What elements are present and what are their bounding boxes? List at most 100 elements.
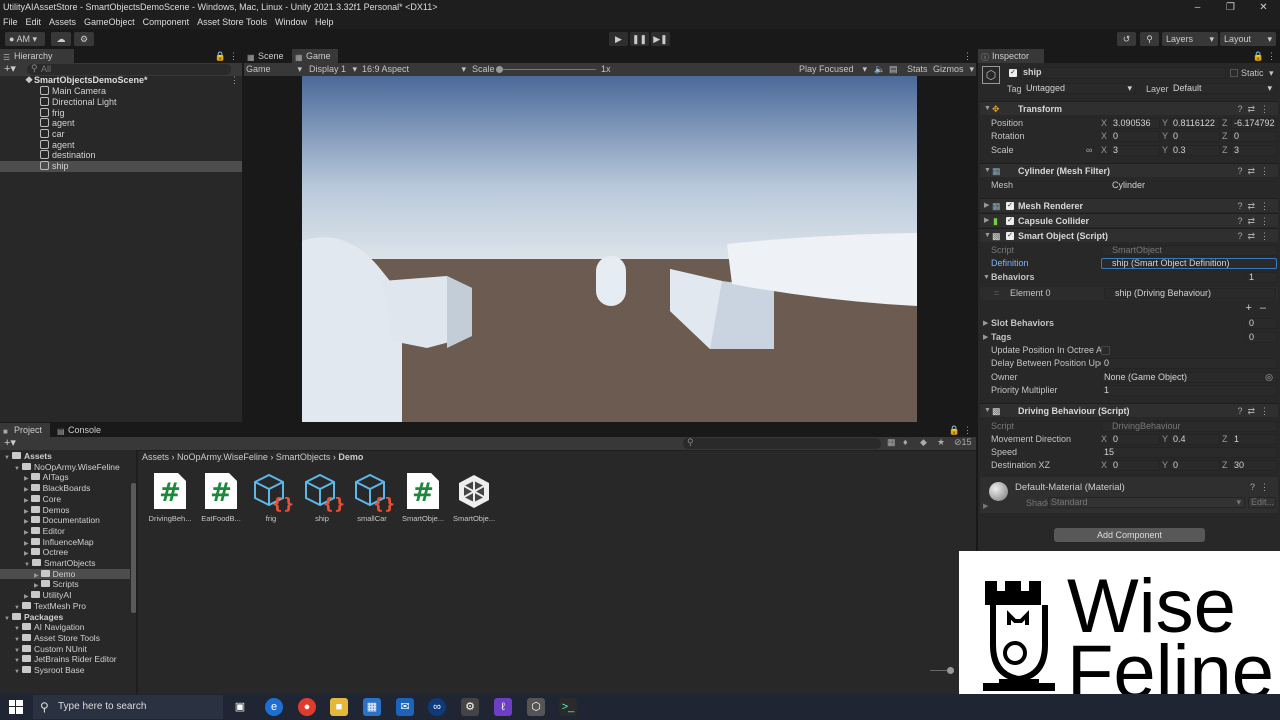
static-dropdown-icon[interactable]: ▾ [1269, 68, 1274, 79]
component-actions-icon[interactable]: ?⇄⋮ [1237, 229, 1274, 243]
position-y[interactable]: 0.8116122 [1170, 118, 1220, 129]
rotation-z[interactable]: 0 [1231, 131, 1277, 142]
task-view-icon[interactable]: ▣ [231, 698, 249, 716]
component-actions-icon[interactable]: ?⋮ [1250, 482, 1274, 493]
behaviors-row[interactable]: ▼ Behaviors 1 [980, 271, 1278, 284]
movement-y[interactable]: 0.4 [1170, 434, 1220, 445]
scriptable-object-icon[interactable]: {} [253, 473, 294, 513]
kebab-icon[interactable]: ⋮ [963, 423, 972, 437]
hierarchy-item-selected[interactable]: ship [0, 161, 242, 172]
static-checkbox[interactable] [1230, 69, 1238, 77]
tags-count[interactable]: 0 [1246, 332, 1277, 343]
kebab-icon[interactable]: ⋮ [1267, 49, 1276, 63]
tree-item[interactable]: ▼ Assets [0, 451, 130, 462]
enabled-checkbox[interactable]: ✓ [1006, 202, 1014, 210]
foldout-icon[interactable]: ▶ [34, 583, 39, 589]
csharp-script-icon[interactable]: # [405, 473, 441, 509]
menu-window[interactable]: Window [275, 17, 307, 27]
cloud-icon[interactable]: ☁ [51, 32, 71, 46]
filter-type-icon[interactable]: ♦ [903, 437, 908, 447]
collab-icon[interactable]: ⚙ [74, 32, 94, 46]
zoom-slider-handle[interactable] [947, 667, 954, 674]
tree-item[interactable]: ▼ Custom NUnit [0, 644, 130, 655]
taskbar-search-input[interactable]: ⚲ Type here to search [33, 695, 223, 719]
transform-header[interactable]: ▼ ✥ Transform ?⇄⋮ [980, 101, 1278, 115]
display-icon[interactable]: ▤ [889, 63, 898, 76]
tree-item[interactable]: ▶ Documentation [0, 515, 130, 526]
mesh-object-field[interactable]: Cylinder [1101, 180, 1277, 191]
tree-item[interactable]: ▼ Asset Store Tools [0, 633, 130, 644]
tree-item[interactable]: ▶ Core [0, 494, 130, 505]
foldout-icon[interactable]: ▶ [24, 551, 29, 557]
foldout-icon[interactable]: ▼ [14, 637, 20, 643]
capsule-collider-header[interactable]: ▶ ▮ ✓ Capsule Collider ?⇄⋮ [980, 213, 1278, 227]
destination-x[interactable]: 0 [1110, 460, 1160, 471]
enabled-checkbox[interactable]: ✓ [1006, 217, 1014, 225]
add-icon[interactable]: +▾ [4, 63, 16, 75]
hierarchy-item[interactable]: Main Camera [0, 86, 106, 97]
menu-file[interactable]: File [3, 17, 18, 27]
mute-icon[interactable]: 🔈 [874, 63, 885, 76]
breadcrumb-assets[interactable]: Assets [142, 452, 169, 462]
history-icon[interactable]: ↺ [1117, 32, 1136, 46]
play-button[interactable]: ▶ [609, 32, 628, 46]
menu-help[interactable]: Help [315, 17, 334, 27]
active-checkbox[interactable]: ✓ [1009, 69, 1017, 77]
csharp-script-icon[interactable]: # [152, 473, 188, 509]
kebab-icon[interactable]: ⋮ [229, 49, 238, 63]
mesh-renderer-header[interactable]: ▶ ▦ ✓ Mesh Renderer ?⇄⋮ [980, 198, 1278, 212]
kebab-icon[interactable]: ⋮ [230, 75, 239, 86]
foldout-icon[interactable]: ▶ [24, 476, 29, 482]
scale-x[interactable]: 3 [1110, 145, 1160, 156]
tree-item[interactable]: ▶ Scripts [0, 579, 130, 590]
tab-inspector[interactable]: ⓘ Inspector [978, 49, 1044, 63]
breadcrumb-wisefeline[interactable]: NoOpArmy.WiseFeline [177, 452, 268, 462]
scale-slider-handle[interactable] [496, 66, 503, 73]
hierarchy-item[interactable]: agent [0, 118, 75, 129]
gizmos-dropdown[interactable]: Gizmos ▾ [933, 63, 974, 76]
tree-scrollbar[interactable] [131, 483, 136, 613]
add-component-button[interactable]: Add Component [1054, 528, 1205, 542]
speed-input[interactable]: 15 [1101, 447, 1277, 458]
scale-slider[interactable] [496, 69, 596, 70]
windows-start-icon[interactable] [9, 700, 23, 714]
owner-object-field[interactable]: None (Game Object) ◎ [1101, 372, 1277, 383]
layers-dropdown[interactable]: Layers ▾ [1162, 32, 1218, 46]
tree-item[interactable]: ▶ UtilityAI [0, 590, 130, 601]
movement-z[interactable]: 1 [1231, 434, 1277, 445]
menu-edit[interactable]: Edit [26, 17, 42, 27]
minimize-icon[interactable]: – [1181, 0, 1214, 15]
favorite-icon[interactable]: ★ [937, 437, 945, 448]
shader-edit-button[interactable]: Edit... [1248, 497, 1276, 508]
element0-object-field[interactable]: ship (Driving Behaviour) [1104, 288, 1276, 299]
file-explorer-icon[interactable]: ■ [330, 698, 348, 716]
link-icon[interactable]: ∞ [1086, 144, 1092, 157]
tree-item[interactable]: ▶ Editor [0, 526, 130, 537]
project-search-input[interactable] [683, 438, 881, 449]
object-name-input[interactable]: ship [1020, 67, 1226, 79]
tree-item[interactable]: ▶ Demo [0, 568, 130, 580]
game-mode-dropdown[interactable]: Game ▾ [246, 63, 302, 76]
tree-item[interactable]: ▼ TextMesh Pro [0, 601, 130, 612]
search-icon[interactable]: ⚲ [1140, 32, 1159, 46]
close-icon[interactable]: ✕ [1247, 0, 1280, 15]
position-x[interactable]: 3.090536 [1110, 118, 1160, 129]
add-icon[interactable]: +▾ [4, 437, 16, 449]
layout-dropdown[interactable]: Layout ▾ [1220, 32, 1276, 46]
terminal-icon[interactable]: >_ [559, 698, 577, 716]
driving-behaviour-header[interactable]: ▼ ▩ Driving Behaviour (Script) ?⇄⋮ [980, 403, 1278, 417]
foldout-icon[interactable]: ▶ [24, 487, 29, 493]
tags-row[interactable]: ▶ Tags 0 [980, 331, 1278, 344]
step-button[interactable]: ▶❚ [651, 32, 670, 46]
destination-y[interactable]: 0 [1170, 460, 1220, 471]
hierarchy-item[interactable]: destination [0, 150, 96, 161]
tab-hierarchy[interactable]: ☰ Hierarchy [0, 49, 74, 63]
unity-asset-icon[interactable] [456, 473, 492, 509]
aspect-dropdown[interactable]: 16:9 Aspect ▾ [362, 63, 466, 76]
display-dropdown[interactable]: Display 1 ▾ [309, 63, 357, 76]
tree-item[interactable]: ▼ Sysroot Base [0, 665, 130, 676]
scale-y[interactable]: 0.3 [1170, 145, 1220, 156]
tree-item[interactable]: ▶ AITags [0, 472, 130, 483]
mail-icon[interactable]: ✉ [396, 698, 414, 716]
unity-icon[interactable]: ⬡ [527, 698, 545, 716]
